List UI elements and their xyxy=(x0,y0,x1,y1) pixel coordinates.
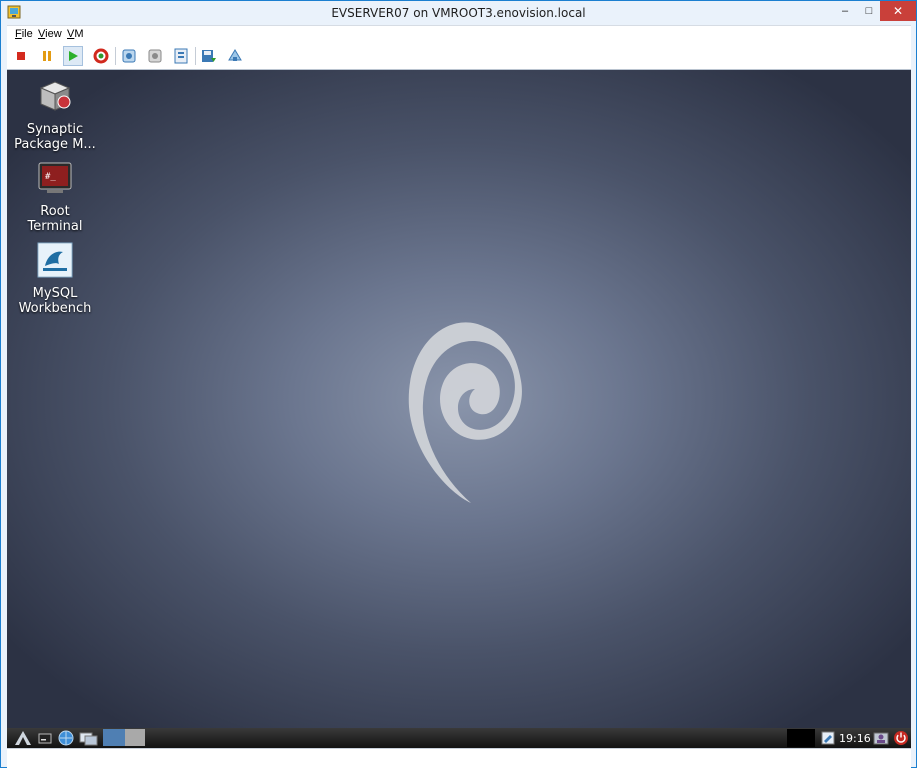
share-icon xyxy=(228,49,242,61)
power-icon[interactable] xyxy=(893,730,909,746)
maximize-button[interactable]: □ xyxy=(857,1,881,21)
snapshot-button[interactable] xyxy=(119,46,139,66)
menu-view-label: iew xyxy=(45,28,62,40)
menu-file[interactable]: File xyxy=(15,28,33,40)
toolbar-separator xyxy=(195,47,196,65)
menu-vm-label: M xyxy=(74,28,84,40)
web-browser-icon[interactable] xyxy=(57,730,75,746)
package-box-icon xyxy=(39,81,71,111)
desktop-icon-label-line1: MySQL xyxy=(32,286,78,301)
desktop-icon-label-line2: Terminal xyxy=(27,219,83,234)
desktop-icon-label-line1: Root xyxy=(40,204,70,219)
guest-taskbar: 19:16 xyxy=(7,728,911,748)
terminal-launcher-icon[interactable] xyxy=(37,730,53,746)
desktop-icon-synaptic[interactable]: Synaptic Package M... xyxy=(7,78,103,152)
share-button[interactable] xyxy=(225,46,245,66)
system-tray-area xyxy=(787,729,815,747)
guest-desktop[interactable]: Synaptic Package M... #_ Root Terminal M… xyxy=(7,70,911,728)
vm-window: EVSERVER07 on VMROOT3.enovision.local ‒ … xyxy=(0,0,917,768)
menu-file-label: ile xyxy=(21,28,33,40)
mysql-dolphin-icon xyxy=(37,242,73,278)
desktop-icon-label-line2: Package M... xyxy=(14,137,96,152)
reset-button[interactable] xyxy=(91,46,111,66)
title-bar[interactable]: EVSERVER07 on VMROOT3.enovision.local ‒ … xyxy=(1,1,916,25)
pause-icon xyxy=(43,51,51,61)
user-icon[interactable] xyxy=(873,730,889,746)
window-title: EVSERVER07 on VMROOT3.enovision.local xyxy=(331,6,586,20)
start-button[interactable] xyxy=(63,46,83,66)
menu-view[interactable]: View xyxy=(38,28,62,40)
revert-button[interactable] xyxy=(145,46,165,66)
toolbar-separator xyxy=(115,47,116,65)
menu-bar: File View VM xyxy=(7,25,911,44)
taskbar-clock[interactable]: 19:16 xyxy=(839,732,871,745)
stop-icon xyxy=(17,52,25,60)
stop-button[interactable] xyxy=(11,46,31,66)
toolbar xyxy=(7,43,911,70)
show-desktop-icon[interactable] xyxy=(79,730,99,746)
vm-settings-button[interactable] xyxy=(171,46,191,66)
pause-button[interactable] xyxy=(37,46,57,66)
status-bar xyxy=(7,748,911,768)
close-button[interactable]: ✕ xyxy=(880,1,916,21)
workspace-2[interactable] xyxy=(125,729,145,746)
snapshot-icon xyxy=(122,49,136,63)
desktop-icon-label-line1: Synaptic xyxy=(26,122,84,137)
workspace-1[interactable] xyxy=(103,729,125,746)
volume-icon[interactable] xyxy=(821,730,835,746)
save-icon xyxy=(202,50,216,62)
settings-icon xyxy=(174,48,188,64)
revert-icon xyxy=(148,49,162,63)
save-state-button[interactable] xyxy=(199,46,219,66)
menu-vm[interactable]: VM xyxy=(67,28,84,40)
desktop-icon-mysql-workbench[interactable]: MySQL Workbench xyxy=(7,242,103,316)
desktop-icon-root-terminal[interactable]: #_ Root Terminal xyxy=(7,160,103,234)
play-icon xyxy=(69,51,78,61)
reset-icon xyxy=(93,48,109,64)
menu-file-accelerator: F xyxy=(15,28,22,40)
terminal-icon: #_ xyxy=(38,162,72,193)
start-menu-icon[interactable] xyxy=(13,730,33,746)
debian-swirl-logo xyxy=(408,322,522,503)
minimize-button[interactable]: ‒ xyxy=(833,1,857,21)
desktop-icon-label-line2: Workbench xyxy=(18,301,92,316)
svg-text:#_: #_ xyxy=(45,172,56,182)
